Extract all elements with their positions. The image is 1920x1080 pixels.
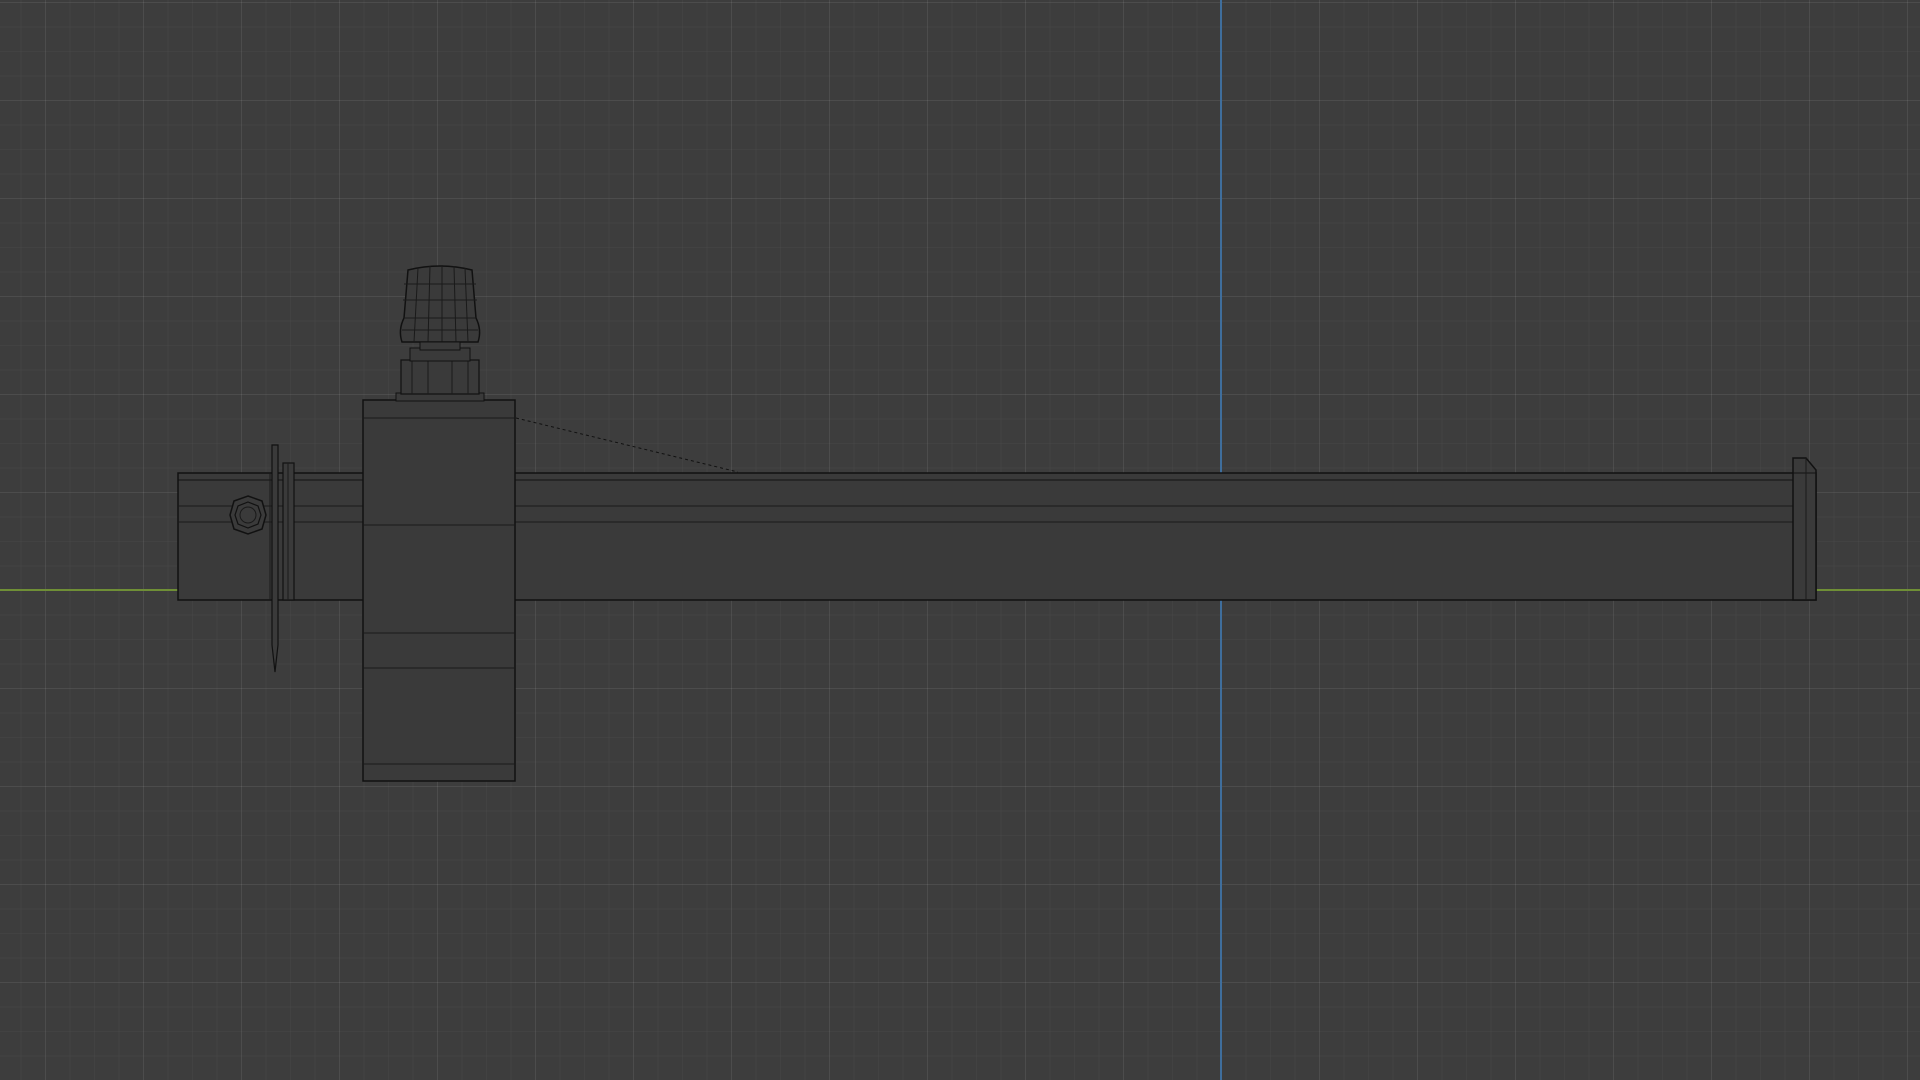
guide-dashed-line (515, 417, 739, 473)
3d-viewport[interactable] (0, 0, 1920, 1080)
bolt-mesh[interactable] (229, 495, 267, 535)
end-cap-mesh[interactable] (1792, 457, 1817, 601)
pin-mesh[interactable] (271, 444, 295, 673)
fence-mesh[interactable] (362, 399, 516, 782)
thumb-screw-mesh[interactable] (395, 265, 485, 402)
wireframe-scene[interactable] (0, 0, 1920, 1080)
